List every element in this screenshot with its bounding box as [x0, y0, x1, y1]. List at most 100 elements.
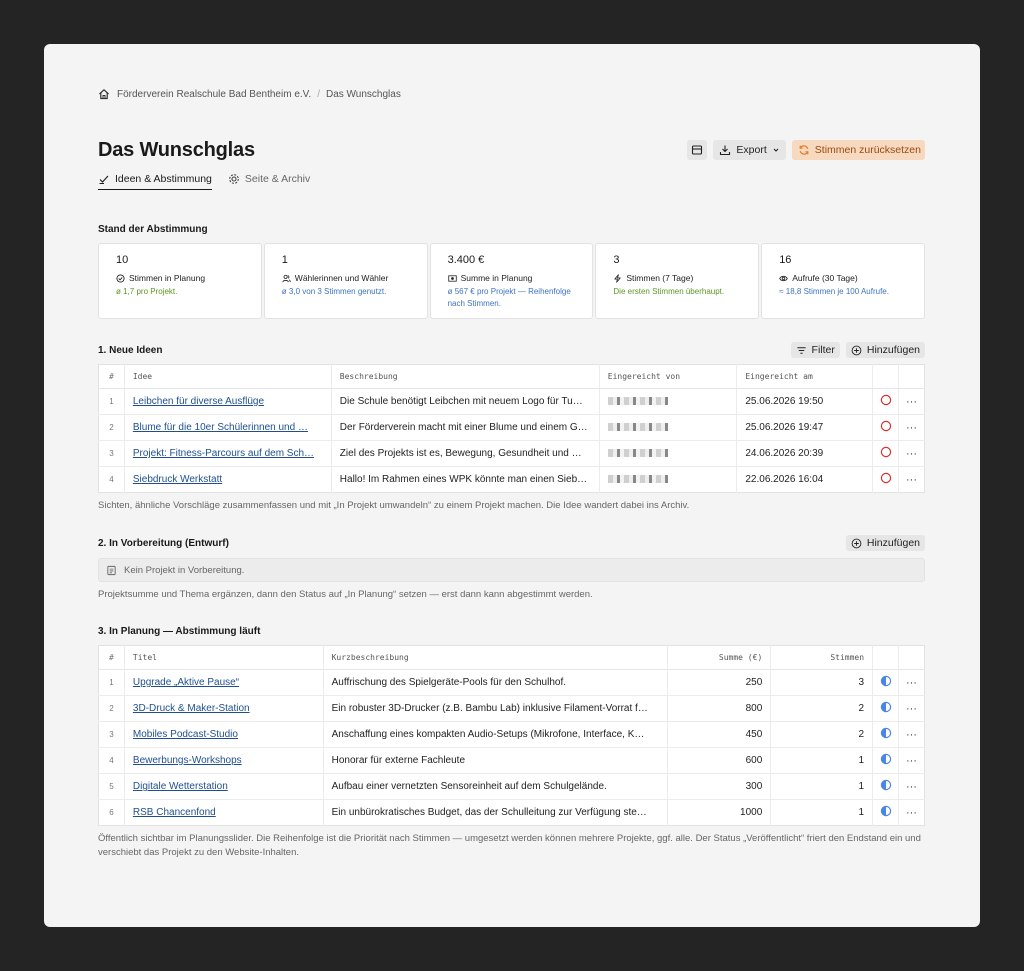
row-number: 4	[98, 466, 125, 493]
column-header-short-description[interactable]: Kurzbeschreibung	[323, 645, 668, 670]
more-options-icon[interactable]: ···	[906, 474, 917, 486]
menu-cell: ···	[898, 721, 925, 748]
more-options-icon[interactable]: ···	[906, 781, 917, 793]
filter-label: Filter	[811, 344, 835, 356]
row-number: 6	[98, 799, 125, 826]
planning-table: # Titel Kurzbeschreibung Summe (€) Stimm…	[98, 645, 925, 826]
description-cell: Der Förderverein macht mit einer Blume u…	[331, 414, 600, 441]
column-header-idea[interactable]: Idee	[124, 364, 332, 389]
reset-votes-button[interactable]: Stimmen zurücksetzen	[791, 140, 925, 160]
half-circle-status-icon[interactable]	[880, 805, 892, 817]
redacted-name	[607, 423, 668, 432]
header-actions: Export Stimmen zurücksetzen	[687, 140, 925, 160]
menu-cell: ···	[898, 773, 925, 800]
layout-button[interactable]	[687, 140, 708, 160]
more-options-icon[interactable]: ···	[906, 729, 917, 741]
description-cell: Anschaffung eines kompakten Audio-Setups…	[323, 721, 668, 748]
table-row[interactable]: 2 Blume für die 10er Schülerinnen und … …	[98, 414, 925, 441]
half-circle-status-icon[interactable]	[880, 727, 892, 739]
half-circle-status-icon[interactable]	[880, 701, 892, 713]
column-header-submitted-by[interactable]: Eingereicht von	[599, 364, 738, 389]
table-row[interactable]: 3 Mobiles Podcast-Studio Anschaffung ein…	[98, 721, 925, 748]
project-link[interactable]: Mobiles Podcast-Studio	[133, 729, 238, 740]
votes-cell: 1	[770, 773, 874, 800]
more-options-icon[interactable]: ···	[906, 703, 917, 715]
table-row[interactable]: 6 RSB Chancenfond Ein unbürokratisches B…	[98, 799, 925, 826]
column-header-num: #	[98, 645, 125, 670]
tab-page-archive[interactable]: Seite & Archiv	[228, 168, 310, 190]
table-row[interactable]: 3 Projekt: Fitness-Parcours auf dem Sch……	[98, 440, 925, 467]
stat-label: Stimmen (7 Tage)	[626, 273, 694, 283]
votes-cell: 3	[770, 669, 874, 696]
stat-value: 16	[779, 254, 792, 266]
stat-value: 1	[281, 254, 288, 266]
add-idea-button[interactable]: Hinzufügen	[845, 342, 925, 358]
idea-link[interactable]: Projekt: Fitness-Parcours auf dem Sch…	[133, 448, 314, 459]
column-header-submitted-at[interactable]: Eingereicht am	[736, 364, 874, 389]
column-header-title[interactable]: Titel	[124, 645, 324, 670]
row-number: 3	[98, 440, 125, 467]
project-link[interactable]: Bewerbungs-Workshops	[133, 755, 242, 766]
sum-cell: 300	[667, 773, 772, 800]
stat-label: Wählerinnen und Wähler	[294, 273, 389, 283]
table-row[interactable]: 4 Siebdruck Werkstatt Hallo! Im Rahmen e…	[98, 466, 925, 493]
add-draft-button[interactable]: Hinzufügen	[845, 535, 925, 551]
check-circle-icon	[116, 273, 125, 283]
more-options-icon[interactable]: ···	[906, 448, 917, 460]
table-row[interactable]: 5 Digitale Wetterstation Aufbau einer ve…	[98, 773, 925, 800]
half-circle-status-icon[interactable]	[880, 779, 892, 791]
row-number: 5	[98, 773, 125, 800]
submitted-by-cell	[599, 466, 738, 493]
half-circle-status-icon[interactable]	[880, 675, 892, 687]
idea-link[interactable]: Leibchen für diverse Ausflüge	[133, 396, 264, 407]
votes-cell: 2	[770, 721, 874, 748]
stat-sub: Die ersten Stimmen überhaupt.	[613, 287, 725, 296]
stat-label-row: Wählerinnen und Wähler	[282, 273, 410, 283]
table-row[interactable]: 1 Leibchen für diverse Ausflüge Die Schu…	[98, 388, 925, 415]
more-options-icon[interactable]: ···	[906, 755, 917, 767]
project-link[interactable]: RSB Chancenfond	[133, 807, 216, 818]
status-circle-icon[interactable]	[880, 394, 892, 406]
status-circle-icon[interactable]	[880, 446, 892, 458]
add-label: Hinzufügen	[866, 344, 920, 356]
sum-cell: 800	[667, 695, 772, 722]
description-cell: Ein unbürokratisches Budget, das der Sch…	[323, 799, 668, 826]
half-circle-status-icon[interactable]	[880, 753, 892, 765]
project-link[interactable]: Upgrade „Aktive Pause“	[133, 677, 239, 688]
idea-link[interactable]: Blume für die 10er Schülerinnen und …	[133, 422, 308, 433]
column-header-description[interactable]: Beschreibung	[331, 364, 600, 389]
filter-button[interactable]: Filter	[790, 342, 840, 358]
stat-card-recent-votes: 3 Stimmen (7 Tage) Die ersten Stimmen üb…	[595, 243, 760, 319]
breadcrumb-page: Das Wunschglas	[325, 88, 401, 100]
column-header-sum[interactable]: Summe (€)	[667, 645, 772, 670]
more-options-icon[interactable]: ···	[906, 677, 917, 689]
table-row[interactable]: 4 Bewerbungs-Workshops Honorar für exter…	[98, 747, 925, 774]
ideas-title: 1. Neue Ideen	[98, 344, 163, 356]
table-row[interactable]: 2 3D-Druck & Maker-Station Ein robuster …	[98, 695, 925, 722]
planning-note: Öffentlich sichtbar im Planungsslider. D…	[98, 833, 921, 858]
more-options-icon[interactable]: ···	[906, 396, 917, 408]
row-number: 3	[98, 721, 125, 748]
planning-title: 3. In Planung — Abstimmung läuft	[98, 625, 261, 637]
table-header-row: # Titel Kurzbeschreibung Summe (€) Stimm…	[98, 645, 925, 670]
idea-link[interactable]: Siebdruck Werkstatt	[133, 474, 222, 485]
export-label: Export	[736, 144, 767, 156]
home-icon[interactable]	[98, 88, 110, 100]
refresh-icon	[799, 145, 809, 155]
ideas-table: # Idee Beschreibung Eingereicht von Eing…	[98, 364, 925, 493]
column-header-votes[interactable]: Stimmen	[770, 645, 874, 670]
more-options-icon[interactable]: ···	[906, 422, 917, 434]
project-link[interactable]: Digitale Wetterstation	[133, 781, 228, 792]
status-circle-icon[interactable]	[880, 420, 892, 432]
tab-ideas-voting[interactable]: Ideen & Abstimmung	[98, 168, 212, 190]
status-circle-icon[interactable]	[880, 472, 892, 484]
table-row[interactable]: 1 Upgrade „Aktive Pause“ Auffrischung de…	[98, 669, 925, 696]
breadcrumb-org[interactable]: Förderverein Realschule Bad Bentheim e.V…	[117, 89, 311, 100]
project-link[interactable]: 3D-Druck & Maker-Station	[133, 703, 250, 714]
more-options-icon[interactable]: ···	[906, 807, 917, 819]
export-button[interactable]: Export	[713, 140, 786, 160]
status-cell	[872, 388, 900, 415]
sum-cell: 600	[667, 747, 772, 774]
window-icon	[692, 145, 703, 155]
plus-circle-icon	[851, 345, 862, 355]
